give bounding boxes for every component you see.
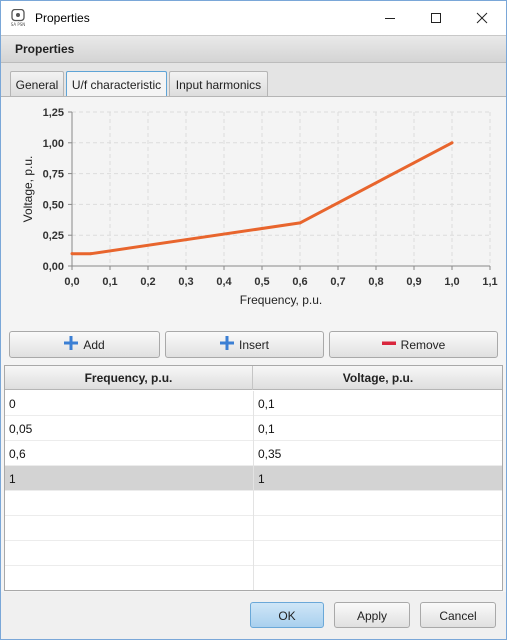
x-tick-label: 0,0 xyxy=(64,276,79,288)
frequency-cell[interactable]: 0,05 xyxy=(5,416,254,441)
add-button[interactable]: Add xyxy=(9,331,160,358)
y-tick-label: 0,50 xyxy=(43,199,64,211)
column-header-frequency[interactable]: Frequency, p.u. xyxy=(5,366,253,390)
tab-bar: General U/f characteristic Input harmoni… xyxy=(1,63,506,98)
app-logo-icon: SA PSN xyxy=(10,8,26,27)
voltage-cell[interactable]: 1 xyxy=(254,466,502,491)
x-tick-label: 0,4 xyxy=(216,276,232,288)
insert-button[interactable]: Insert xyxy=(165,331,324,358)
table-row[interactable]: 0,05 0,1 xyxy=(5,416,502,441)
ok-button[interactable]: OK xyxy=(250,602,324,628)
x-axis-label: Frequency, p.u. xyxy=(240,293,323,307)
y-tick-label: 0,25 xyxy=(43,230,64,242)
column-header-voltage[interactable]: Voltage, p.u. xyxy=(254,366,502,390)
data-point xyxy=(298,221,302,225)
properties-header: Properties xyxy=(1,35,506,63)
remove-button-label: Remove xyxy=(400,337,446,352)
table-header: Frequency, p.u. Voltage, p.u. xyxy=(5,366,502,390)
close-button[interactable] xyxy=(459,1,505,35)
empty-row xyxy=(5,491,502,516)
maximize-button[interactable] xyxy=(413,1,459,35)
cancel-button[interactable]: Cancel xyxy=(420,602,496,628)
tab-uf-characteristic[interactable]: U/f characteristic xyxy=(66,71,167,98)
y-tick-label: 0,00 xyxy=(43,261,64,273)
close-icon xyxy=(476,12,488,24)
properties-window: SA PSN Properties Properties General U/f… xyxy=(0,0,507,640)
minus-icon xyxy=(381,336,396,353)
tab-input-harmonics[interactable]: Input harmonics xyxy=(169,71,268,97)
table-row[interactable]: 0 0,1 xyxy=(5,391,502,416)
minimize-button[interactable] xyxy=(367,1,413,35)
title-bar[interactable]: SA PSN Properties xyxy=(1,1,506,35)
maximize-icon xyxy=(431,13,441,23)
x-tick-label: 0,9 xyxy=(406,276,421,288)
y-tick-label: 1,00 xyxy=(43,138,64,150)
voltage-cell[interactable]: 0,35 xyxy=(254,441,502,466)
x-tick-label: 0,5 xyxy=(254,276,269,288)
x-tick-label: 0,3 xyxy=(178,276,193,288)
window-title: Properties xyxy=(35,11,90,25)
minimize-icon xyxy=(385,18,395,19)
y-tick-label: 1,25 xyxy=(43,107,64,119)
table-row[interactable]: 0,6 0,35 xyxy=(5,441,502,466)
x-tick-label: 0,7 xyxy=(330,276,345,288)
uf-points-table: Frequency, p.u. Voltage, p.u. 0 0,1 0,05… xyxy=(4,365,503,591)
table-row-selected[interactable]: 1 1 xyxy=(5,466,502,491)
x-tick-label: 0,8 xyxy=(368,276,383,288)
insert-button-label: Insert xyxy=(238,337,269,352)
uf-characteristic-chart: 0,0 0,1 0,2 0,3 0,4 0,5 0,6 0,7 0,8 0,9 1,0 1,1 0,00… xyxy=(21,107,498,307)
frequency-cell[interactable]: 1 xyxy=(5,466,254,491)
voltage-cell[interactable]: 0,1 xyxy=(254,416,502,441)
plus-icon xyxy=(64,336,79,353)
y-tick-label: 0,75 xyxy=(43,169,64,181)
x-tick-label: 1,1 xyxy=(482,276,497,288)
dialog-footer: OK Apply Cancel xyxy=(1,592,506,639)
plus-icon xyxy=(219,336,234,353)
tab-content: 0,0 0,1 0,2 0,3 0,4 0,5 0,6 0,7 0,8 0,9 1,0 1,1 0,00… xyxy=(1,96,506,592)
data-point xyxy=(89,252,93,256)
apply-button[interactable]: Apply xyxy=(334,602,410,628)
voltage-cell[interactable]: 0,1 xyxy=(254,391,502,416)
frequency-cell[interactable]: 0 xyxy=(5,391,254,416)
plot-area xyxy=(72,112,490,266)
add-button-label: Add xyxy=(83,337,105,352)
x-tick-label: 0,6 xyxy=(292,276,307,288)
empty-row xyxy=(5,516,502,541)
svg-text:SA PSN: SA PSN xyxy=(11,22,26,27)
y-axis-label: Voltage, p.u. xyxy=(21,156,35,223)
frequency-cell[interactable]: 0,6 xyxy=(5,441,254,466)
remove-button[interactable]: Remove xyxy=(329,331,498,358)
page-title: Properties xyxy=(15,42,75,56)
x-tick-label: 0,2 xyxy=(140,276,155,288)
data-point xyxy=(70,252,74,256)
x-tick-label: 1,0 xyxy=(444,276,459,288)
empty-row xyxy=(5,566,502,590)
data-point xyxy=(450,141,454,145)
x-tick-label: 0,1 xyxy=(102,276,117,288)
tab-general[interactable]: General xyxy=(10,71,64,97)
empty-row xyxy=(5,541,502,566)
